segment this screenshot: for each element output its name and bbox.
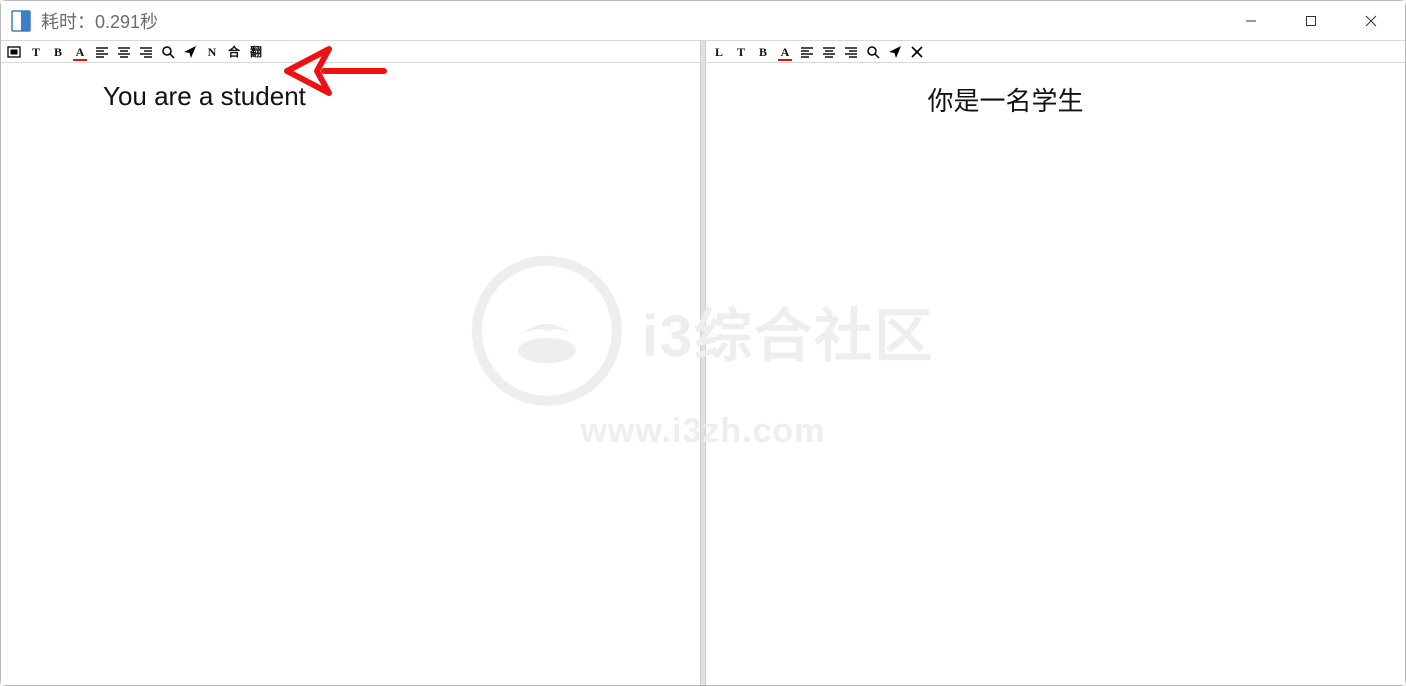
align-left-button-right[interactable]	[800, 44, 814, 60]
font-color-button[interactable]: A	[73, 44, 87, 60]
app-icon	[11, 10, 31, 32]
merge-button[interactable]: 合	[227, 44, 241, 60]
bold-button-right[interactable]: B	[756, 44, 770, 60]
maximize-button[interactable]	[1281, 1, 1341, 41]
align-right-button-right[interactable]	[844, 44, 858, 60]
app-window: 耗时：0.291秒 T B A	[0, 0, 1406, 686]
target-text: 你是一名学生	[618, 81, 1393, 118]
target-pane: L T B A	[706, 41, 1405, 685]
close-icon-right[interactable]	[910, 44, 924, 60]
image-mode-button[interactable]	[7, 44, 21, 60]
source-pane: T B A N 合 翻	[1, 41, 700, 685]
minimize-button[interactable]	[1221, 1, 1281, 41]
source-text: You are a student	[103, 81, 688, 112]
source-toolbar: T B A N 合 翻	[1, 41, 700, 63]
align-center-button-right[interactable]	[822, 44, 836, 60]
bold-button[interactable]: B	[51, 44, 65, 60]
target-editor[interactable]: 你是一名学生	[706, 63, 1405, 685]
send-icon[interactable]	[183, 44, 197, 60]
align-right-button[interactable]	[139, 44, 153, 60]
window-title: 耗时：0.291秒	[41, 8, 158, 34]
text-mode-button[interactable]: T	[29, 44, 43, 60]
target-toolbar: L T B A	[706, 41, 1405, 63]
lang-l-button[interactable]: L	[712, 44, 726, 60]
search-icon[interactable]	[161, 44, 175, 60]
text-mode-button-right[interactable]: T	[734, 44, 748, 60]
search-icon-right[interactable]	[866, 44, 880, 60]
close-button[interactable]	[1341, 1, 1401, 41]
align-center-button[interactable]	[117, 44, 131, 60]
letter-n-button[interactable]: N	[205, 44, 219, 60]
font-color-button-right[interactable]: A	[778, 44, 792, 60]
title-bar: 耗时：0.291秒	[1, 1, 1405, 41]
send-icon-right[interactable]	[888, 44, 902, 60]
content-split: T B A N 合 翻	[1, 41, 1405, 685]
source-editor[interactable]: You are a student	[1, 63, 700, 685]
align-left-button[interactable]	[95, 44, 109, 60]
translate-button[interactable]: 翻	[249, 44, 263, 60]
